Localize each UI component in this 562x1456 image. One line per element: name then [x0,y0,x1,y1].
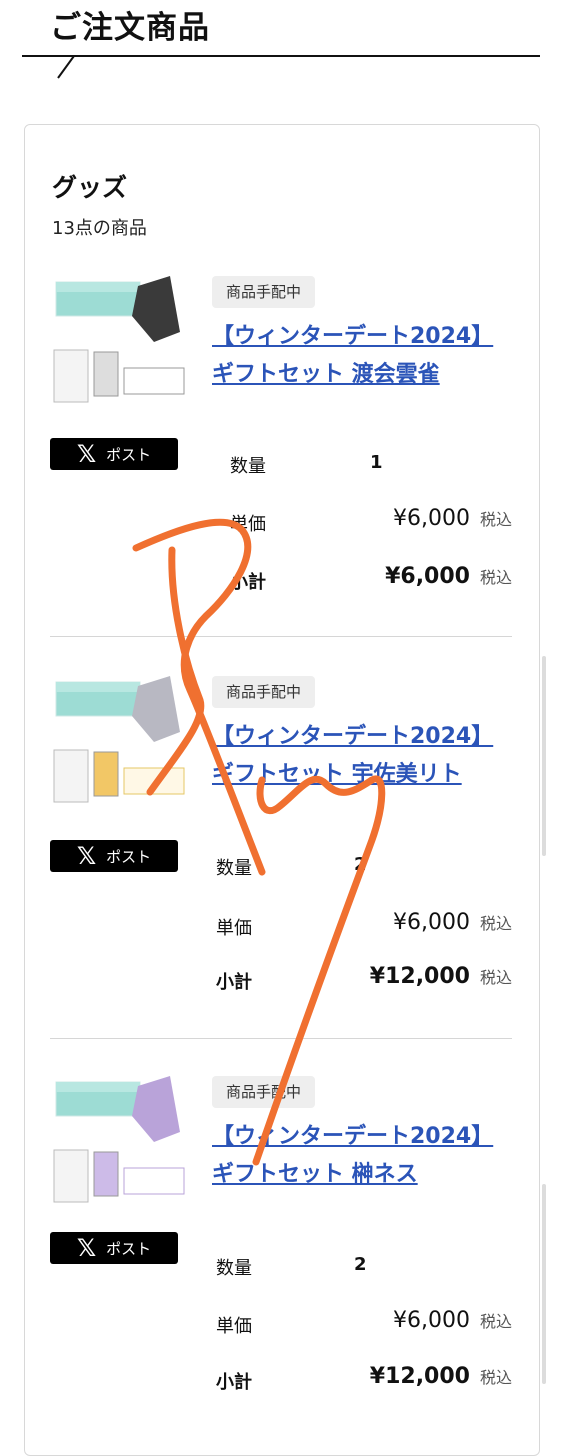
product-name-link[interactable]: 【ウィンターデート2024】 ギフトセット 榊ネス [212,1118,522,1194]
tax-label: 税込 [479,510,512,529]
x-post-button[interactable]: 𝕏 ポスト [50,1232,178,1264]
scrollbar[interactable] [542,1184,546,1384]
x-post-button[interactable]: 𝕏 ポスト [50,840,178,872]
qty-value: 2 [354,1254,367,1275]
tax-label: 税込 [479,1368,512,1387]
product-name-line2: ギフトセット 宇佐美リト [212,762,462,787]
subtotal-label: 小計 [230,572,266,593]
product-name-line2: ギフトセット 渡会雲雀 [212,362,440,387]
qty-label: 数量 [216,1258,252,1279]
tax-label: 税込 [479,968,512,987]
qty-value: 1 [370,452,383,473]
status-badge: 商品手配中 [212,1076,316,1108]
x-logo-icon: 𝕏 [76,1234,97,1262]
post-label: ポスト [106,847,152,866]
product-name-link[interactable]: 【ウィンターデート2024】 ギフトセット 宇佐美リト [212,718,522,794]
unit-price: ¥6,000 [393,910,470,935]
subtotal-label: 小計 [216,972,252,993]
subtotal-price: ¥12,000 [369,964,470,989]
x-logo-icon: 𝕏 [76,842,97,870]
divider [50,636,512,637]
product-name-link[interactable]: 【ウィンターデート2024】 ギフトセット 渡会雲雀 [212,318,522,394]
product-name-line1: 【ウィンターデート2024】 [212,1124,494,1149]
scrollbar[interactable] [542,656,546,856]
category-title: グッズ [52,173,128,202]
unit-label: 単価 [216,918,252,939]
qty-label: 数量 [216,858,252,879]
post-label: ポスト [106,445,152,464]
status-badge: 商品手配中 [212,676,316,708]
product-name-line1: 【ウィンターデート2024】 [212,324,494,349]
product-thumbnail[interactable] [50,676,188,808]
qty-label: 数量 [230,456,266,477]
tax-label: 税込 [479,1312,512,1331]
qty-value: 2 [354,854,367,875]
divider [50,1038,512,1039]
x-post-button[interactable]: 𝕏 ポスト [50,438,178,470]
post-label: ポスト [106,1239,152,1258]
unit-label: 単価 [230,514,266,535]
product-thumbnail[interactable] [50,276,188,408]
unit-label: 単価 [216,1316,252,1337]
unit-price: ¥6,000 [393,506,470,531]
tax-label: 税込 [479,568,512,587]
tax-label: 税込 [479,914,512,933]
subtotal-price: ¥12,000 [369,1364,470,1389]
section-title: ご注文商品 [50,10,210,46]
product-name-line2: ギフトセット 榊ネス [212,1162,418,1187]
subtotal-label: 小計 [216,1372,252,1393]
product-thumbnail[interactable] [50,1076,188,1208]
product-name-line1: 【ウィンターデート2024】 [212,724,494,749]
unit-price: ¥6,000 [393,1308,470,1333]
title-divider [22,55,540,79]
status-badge: 商品手配中 [212,276,316,308]
item-count: 13点の商品 [52,218,147,239]
subtotal-price: ¥6,000 [385,564,470,589]
x-logo-icon: 𝕏 [76,440,97,468]
